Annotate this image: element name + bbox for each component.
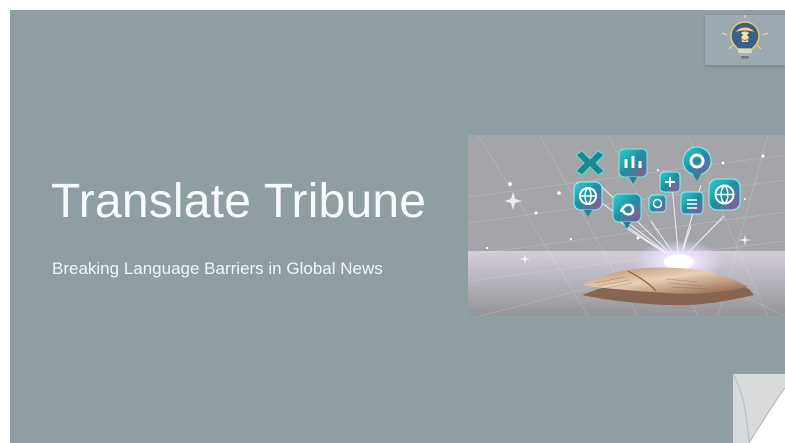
slide-viewport: Translate Tribune Breaking Language Barr… xyxy=(0,0,785,443)
slide-subtitle: Breaking Language Barriers in Global New… xyxy=(52,259,383,278)
page-curl-graphic xyxy=(732,374,785,443)
hero-image xyxy=(468,135,785,316)
page-curl-icon xyxy=(720,374,785,443)
slide-title: Translate Tribune xyxy=(51,175,427,228)
news-translation-illustration xyxy=(468,135,785,316)
title-slide: Translate Tribune Breaking Language Barr… xyxy=(10,10,785,443)
brand-logo-icon xyxy=(705,15,785,65)
lightbulb-lion-logo-icon xyxy=(721,15,769,59)
